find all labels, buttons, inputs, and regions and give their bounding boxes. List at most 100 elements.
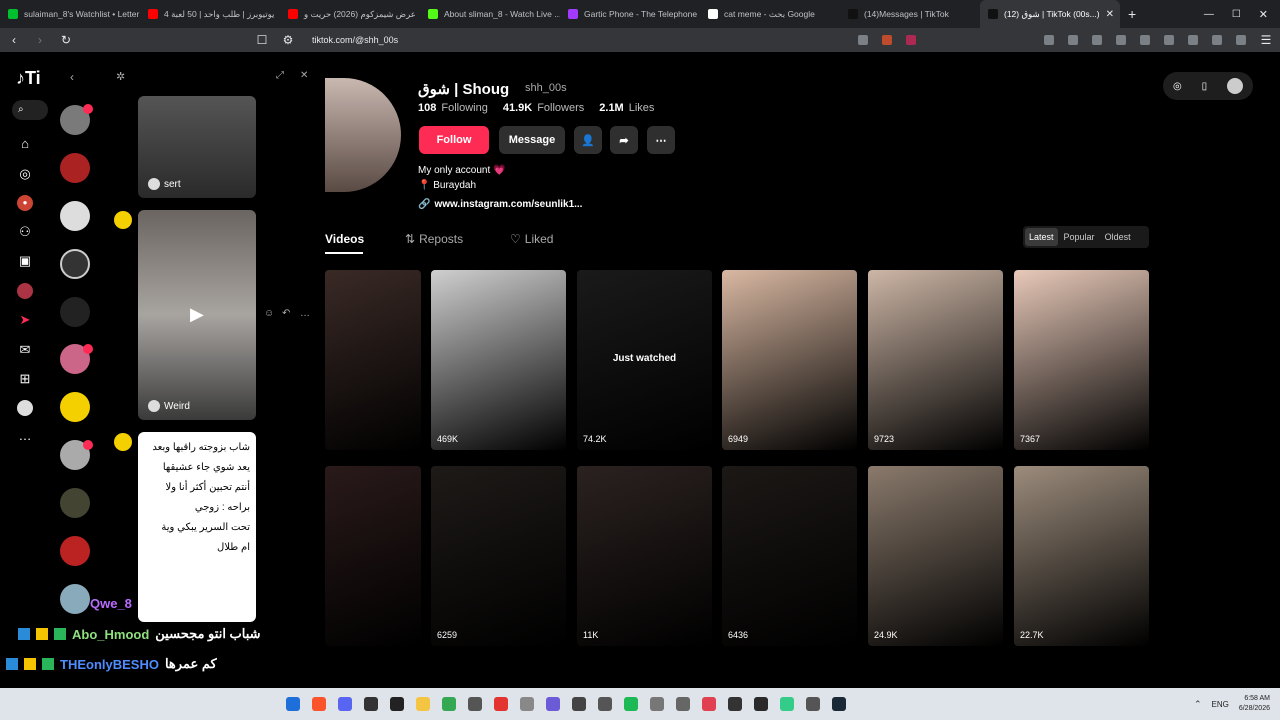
avatar[interactable] bbox=[60, 488, 90, 518]
browser-tab[interactable]: عرض شيمزكوم (2026) حريت و bbox=[280, 0, 420, 28]
minimize-button[interactable]: — bbox=[1204, 9, 1214, 20]
shared-video-card[interactable]: sert bbox=[138, 96, 256, 198]
settings-icon[interactable]: ✲ bbox=[116, 70, 125, 83]
app-icon[interactable] bbox=[572, 697, 586, 711]
brave-icon[interactable] bbox=[312, 697, 326, 711]
tab-videos[interactable]: Videos bbox=[325, 232, 364, 246]
play-icon[interactable]: ▶ bbox=[190, 304, 204, 325]
sort-latest[interactable]: Latest bbox=[1025, 228, 1058, 246]
sort-popular[interactable]: Popular bbox=[1060, 228, 1099, 246]
video-thumbnail[interactable]: 6259 bbox=[431, 466, 566, 646]
tray-chevron-icon[interactable]: ⌃ bbox=[1194, 699, 1202, 710]
video-thumbnail[interactable]: 6949 bbox=[722, 270, 857, 450]
bio-link[interactable]: 🔗 www.instagram.com/seunlik1... bbox=[418, 199, 582, 210]
browser-tab[interactable]: About sliman_8 - Watch Live ... bbox=[420, 0, 560, 28]
video-thumbnail[interactable]: 9723 bbox=[868, 270, 1003, 450]
app-icon[interactable] bbox=[598, 697, 612, 711]
add-friend-icon[interactable]: 👤 bbox=[574, 126, 602, 154]
browser-tab[interactable]: cat meme - بحث Google bbox=[700, 0, 840, 28]
browser-tab[interactable]: Gartic Phone - The Telephone bbox=[560, 0, 700, 28]
extension-icon[interactable] bbox=[1236, 35, 1246, 45]
shared-video-card[interactable]: ▶ Weird bbox=[138, 210, 256, 420]
video-thumbnail[interactable]: 24.9K bbox=[868, 466, 1003, 646]
reply-icon[interactable]: ↶ bbox=[282, 308, 290, 319]
tab-liked[interactable]: ♡ Liked bbox=[510, 232, 553, 246]
file-explorer-icon[interactable] bbox=[416, 697, 430, 711]
explore-icon[interactable]: ◎ bbox=[17, 166, 33, 182]
extension-icon[interactable] bbox=[1212, 35, 1222, 45]
avatar[interactable] bbox=[60, 153, 90, 183]
extension-icon[interactable] bbox=[1044, 35, 1054, 45]
close-tab-icon[interactable]: ✕ bbox=[1106, 9, 1114, 20]
new-tab-button[interactable]: + bbox=[1128, 6, 1136, 22]
avatar[interactable] bbox=[17, 400, 33, 416]
browser-tab[interactable]: sulaiman_8's Watchlist • Letter bbox=[0, 0, 140, 28]
sort-oldest[interactable]: Oldest bbox=[1101, 228, 1135, 246]
expand-icon[interactable]: ⤢ bbox=[276, 70, 284, 81]
messages-icon[interactable]: ✉ bbox=[17, 342, 33, 358]
url-field[interactable]: tiktok.com/@shh_00s bbox=[312, 35, 398, 45]
app-icon[interactable] bbox=[468, 697, 482, 711]
video-thumbnail[interactable]: 469K bbox=[431, 270, 566, 450]
browser-tab[interactable]: 4 يوتيوبرز | طلب واحد | 50 لعبة bbox=[140, 0, 280, 28]
cast-icon[interactable] bbox=[858, 35, 868, 45]
video-thumbnail[interactable] bbox=[325, 466, 421, 646]
more-icon[interactable]: … bbox=[300, 308, 310, 319]
avatar[interactable] bbox=[60, 249, 90, 279]
brave-shield-icon[interactable] bbox=[882, 35, 892, 45]
bookmark-icon[interactable]: ☐ bbox=[256, 33, 268, 47]
avatar[interactable] bbox=[60, 392, 90, 422]
app-icon[interactable] bbox=[780, 697, 794, 711]
live-icon[interactable]: ▣ bbox=[17, 253, 33, 269]
close-window-button[interactable]: ✕ bbox=[1259, 8, 1268, 21]
language-indicator[interactable]: ENG bbox=[1212, 700, 1229, 709]
site-info-icon[interactable]: ⚙ bbox=[282, 33, 294, 47]
video-thumbnail[interactable] bbox=[325, 270, 421, 450]
app-icon[interactable] bbox=[364, 697, 378, 711]
extension-icon[interactable] bbox=[1140, 35, 1150, 45]
followers-label[interactable]: Followers bbox=[537, 102, 584, 114]
app-icon[interactable] bbox=[546, 697, 560, 711]
app-icon[interactable] bbox=[494, 697, 508, 711]
brave-rewards-icon[interactable] bbox=[906, 35, 916, 45]
extension-icon[interactable] bbox=[1164, 35, 1174, 45]
app-icon[interactable] bbox=[754, 697, 768, 711]
back-icon[interactable]: ‹ bbox=[70, 70, 74, 84]
more-icon[interactable]: … bbox=[17, 428, 33, 444]
activity-icon[interactable]: ➤ bbox=[17, 312, 33, 328]
reload-icon[interactable]: ↻ bbox=[60, 33, 72, 47]
extension-icon[interactable] bbox=[1116, 35, 1126, 45]
avatar[interactable] bbox=[17, 283, 33, 299]
app-icon[interactable] bbox=[390, 697, 404, 711]
coin-icon[interactable]: ◎ bbox=[1173, 81, 1182, 92]
clock[interactable]: 6:58 AM 6/28/2026 bbox=[1239, 694, 1270, 714]
close-icon[interactable]: ✕ bbox=[300, 70, 308, 81]
video-thumbnail[interactable]: 7367 bbox=[1014, 270, 1149, 450]
more-options-icon[interactable]: ⋯ bbox=[647, 126, 675, 154]
video-thumbnail[interactable]: 6436 bbox=[722, 466, 857, 646]
device-icon[interactable]: ▯ bbox=[1202, 81, 1208, 92]
following-label[interactable]: Following bbox=[441, 102, 487, 114]
discord-icon[interactable] bbox=[338, 697, 352, 711]
windows-start-icon[interactable] bbox=[286, 697, 300, 711]
tab-reposts[interactable]: ⇅ Reposts bbox=[405, 232, 463, 246]
extension-icon[interactable] bbox=[1092, 35, 1102, 45]
back-icon[interactable]: ‹ bbox=[8, 33, 20, 47]
video-thumbnail[interactable]: 11K bbox=[577, 466, 712, 646]
extension-icon[interactable] bbox=[1188, 35, 1198, 45]
app-icon[interactable] bbox=[806, 697, 820, 711]
browser-tab[interactable]: (12) شوق | TikTok (00s...) ✕ bbox=[980, 0, 1120, 28]
search-icon[interactable]: ⌕ bbox=[12, 100, 48, 120]
home-icon[interactable]: ⌂ bbox=[17, 136, 33, 152]
follow-button[interactable]: Follow bbox=[419, 126, 489, 154]
app-icon[interactable] bbox=[702, 697, 716, 711]
message-button[interactable]: Message bbox=[499, 126, 565, 154]
avatar[interactable] bbox=[1227, 78, 1244, 94]
share-icon[interactable]: ➦ bbox=[610, 126, 638, 154]
video-thumbnail[interactable]: 22.7K bbox=[1014, 466, 1149, 646]
browser-tab[interactable]: (14)Messages | TikTok bbox=[840, 0, 980, 28]
avatar[interactable] bbox=[60, 201, 90, 231]
app-icon[interactable] bbox=[650, 697, 664, 711]
chrome-icon[interactable] bbox=[442, 697, 456, 711]
avatar[interactable]: ● bbox=[17, 195, 33, 211]
